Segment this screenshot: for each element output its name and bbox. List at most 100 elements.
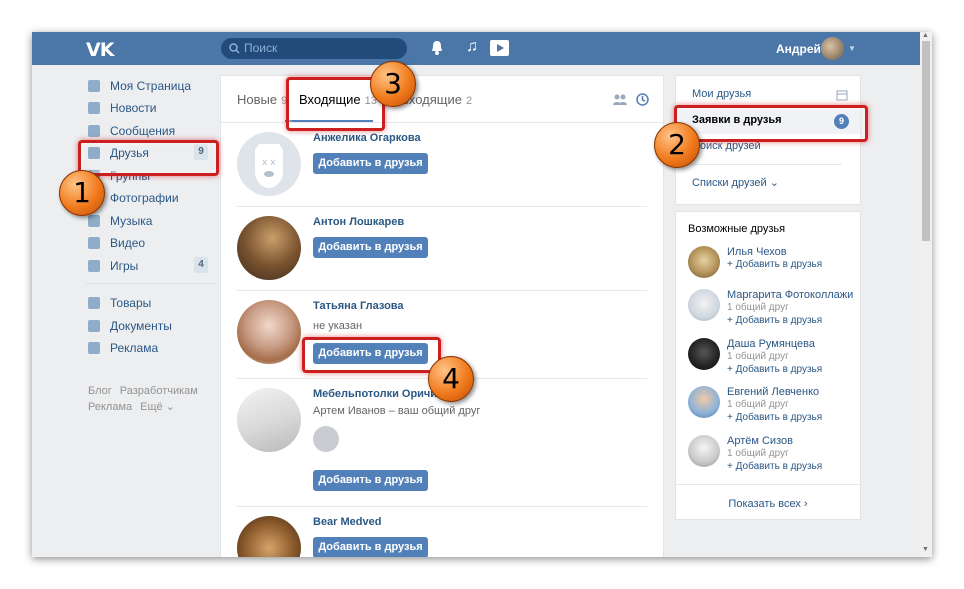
gamepad-icon [88,260,100,272]
music-icon [88,215,100,227]
request-photo[interactable] [237,300,301,364]
video-icon [88,237,100,249]
menu-friend-lists[interactable]: Списки друзей ⌄ [676,170,860,196]
possible-friend-name[interactable]: Даша Румянцева [727,338,815,350]
scrollbar[interactable]: ▲ ▼ [920,32,932,557]
nav-divider [86,283,216,284]
highlight-add-button [302,337,441,373]
nav-label: Товары [110,296,152,310]
possible-friend: Даша Румянцева 1 общий друг + Добавить в… [688,338,858,382]
calendar-icon[interactable] [836,89,848,101]
step-marker-4: 4 [428,356,474,402]
footer-blog-link[interactable]: Блог [88,385,112,397]
tab-new[interactable]: Новые 9 [237,92,287,107]
add-friend-button[interactable]: Добавить в друзья [313,237,428,258]
possible-friend-avatar[interactable] [688,246,720,278]
request-subtitle: не указан [313,320,363,332]
possible-friend-avatar[interactable] [688,386,720,418]
nav-item-goods[interactable]: Товары [86,293,216,313]
possible-friend-avatar[interactable] [688,338,720,370]
clock-icon[interactable] [636,93,649,106]
news-icon [88,102,100,114]
request-name[interactable]: Анжелика Огаркова [313,132,421,144]
request-photo[interactable] [237,388,301,452]
bell-icon[interactable] [430,40,444,56]
svg-text:x x: x x [262,158,276,168]
games-badge: 4 [194,257,208,273]
possible-friends-title: Возможные друзья [688,223,786,235]
add-friend-button[interactable]: Добавить в друзья [313,537,428,557]
add-friend-button[interactable]: Добавить в друзья [313,153,428,174]
request-photo[interactable] [237,516,301,557]
browser-window: VK Поиск ♫ Андрей ▼ ▲ ▼ Моя Страница Нов… [32,32,932,557]
friends-filter-icon[interactable] [612,94,627,106]
possible-friend-name[interactable]: Маргарита Фотоколлажи [727,289,853,301]
search-placeholder: Поиск [244,41,278,55]
step-marker-2: 2 [654,122,700,168]
nav-item-photos[interactable]: Фотографии [86,188,216,208]
request-name[interactable]: Татьяна Глазова [313,300,404,312]
footer-devs-link[interactable]: Разработчикам [120,385,198,397]
mutual-friends-count: 1 общий друг [727,399,789,410]
nav-item-my-page[interactable]: Моя Страница [86,76,216,96]
scroll-up-icon[interactable]: ▲ [922,32,929,39]
top-bar: VK Поиск ♫ Андрей ▼ [32,32,920,65]
nav-item-video[interactable]: Видео [86,233,216,253]
request-photo[interactable]: x x [237,132,301,196]
possible-friend-avatar[interactable] [688,435,720,467]
possible-friend: Евгений Левченко 1 общий друг + Добавить… [688,386,858,430]
request-photo[interactable] [237,216,301,280]
request-name[interactable]: Bear Medved [313,516,381,528]
mutual-friends-count: 1 общий друг [727,351,789,362]
nav-item-messages[interactable]: Сообщения [86,121,216,141]
bag-icon [88,297,100,309]
user-name[interactable]: Андрей [776,42,821,56]
show-all-link[interactable]: Показать всех › [676,498,860,510]
search-input[interactable]: Поиск [221,38,407,59]
possible-friend-name[interactable]: Евгений Левченко [727,386,819,398]
nav-label: Документы [110,319,172,333]
document-icon [88,320,100,332]
friend-requests-panel: Новые 9 Входящие 13 Исходящие 2 x x Анжелик… [221,76,663,557]
scrollbar-thumb[interactable] [922,41,930,241]
add-friend-button[interactable]: Добавить в друзья [313,470,428,491]
footer-links: Блог Разработчикам Реклама Ещё ⌄ [88,383,218,415]
chevron-down-icon[interactable]: ▼ [848,44,856,53]
add-possible-friend-link[interactable]: + Добавить в друзья [727,412,822,423]
scroll-down-icon[interactable]: ▼ [922,546,929,553]
play-icon[interactable] [490,40,509,56]
highlight-requests-menu [674,105,868,142]
add-possible-friend-link[interactable]: + Добавить в друзья [727,461,822,472]
add-possible-friend-link[interactable]: + Добавить в друзья [727,364,822,375]
vk-logo[interactable]: VK [86,39,114,61]
nav-item-ads[interactable]: Реклама [86,338,216,358]
step-marker-1: 1 [59,170,105,216]
add-possible-friend-link[interactable]: + Добавить в друзья [727,315,822,326]
footer-ads-link[interactable]: Реклама [88,401,132,413]
tab-count: 2 [465,95,473,107]
menu-label: Списки друзей ⌄ [692,177,779,189]
nav-label: Видео [110,236,146,250]
possible-friend-name[interactable]: Илья Чехов [727,246,787,258]
add-possible-friend-link[interactable]: + Добавить в друзья [727,259,822,270]
music-note-icon[interactable]: ♫ [466,39,478,55]
mutual-friend-text: Артем Иванов – ваш общий друг [313,405,481,417]
mutual-friend-avatar[interactable] [313,426,339,452]
request-name[interactable]: Антон Лошкарев [313,216,404,228]
possible-friend-name[interactable]: Артём Сизов [727,435,793,447]
possible-friend: Илья Чехов + Добавить в друзья [688,246,858,290]
possible-friend-avatar[interactable] [688,289,720,321]
tab-tools [612,93,649,109]
nav-item-documents[interactable]: Документы [86,316,216,336]
avatar[interactable] [821,37,844,60]
mutual-friends-count: 1 общий друг [727,302,789,313]
nav-label: Музыка [110,214,153,228]
nav-item-games[interactable]: Игры 4 [86,256,216,276]
nav-item-music[interactable]: Музыка [86,211,216,231]
request-name[interactable]: Мебельпотолки Оричи [313,388,437,400]
footer-more-link[interactable]: Ещё ⌄ [140,401,175,413]
nav-item-news[interactable]: Новости [86,98,216,118]
megaphone-icon [88,342,100,354]
highlight-friends-nav [78,140,219,176]
card-divider [237,290,647,291]
